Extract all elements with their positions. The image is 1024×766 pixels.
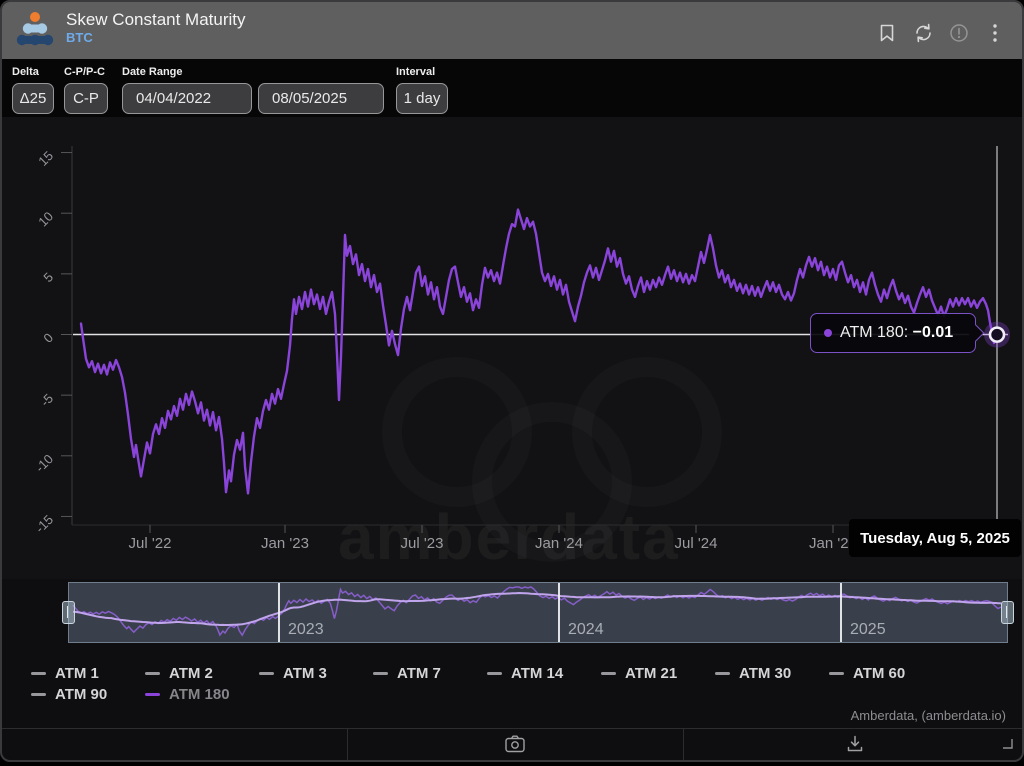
series-tooltip: ATM 180 : −0.01 [810,313,976,353]
tooltip-value: −0.01 [913,324,953,342]
navigator-year-2024: 2024 [568,621,604,639]
tooltip-series-name: ATM 180 [840,324,904,342]
toolbar-divider [683,729,684,760]
legend-marker [601,672,616,675]
legend-label: ATM 14 [511,665,563,682]
navigator-right-handle[interactable] [1001,601,1014,624]
navigator-left-handle[interactable] [62,601,75,624]
attribution: Amberdata, (amberdata.io) [851,708,1006,723]
legend-marker [715,672,730,675]
legend-label: ATM 21 [625,665,677,682]
screenshot-camera-icon[interactable] [498,731,532,757]
navigator-year-divider [558,583,560,642]
x-axis-label: Jan '24 [535,535,583,552]
navigator-year-2025: 2025 [850,621,886,639]
range-navigator[interactable]: 2023 2024 2025 [68,582,1008,643]
toolbar-divider [347,729,348,760]
y-axis-label: 10 [35,209,56,230]
legend-label: ATM 2 [169,665,213,682]
legend-marker [487,672,502,675]
legend-label: ATM 90 [55,686,107,703]
widget-window: Skew Constant Maturity BTC [0,0,1024,762]
y-axis-label: 5 [40,269,56,285]
tooltip-series-dot [824,329,832,337]
legend-item-atm-30[interactable]: ATM 30 [715,663,829,684]
resize-corner-icon[interactable] [1002,737,1014,755]
legend-marker [259,672,274,675]
bottom-toolbar [2,728,1022,760]
chart-plot-area[interactable]: 15 10 5 0 -5 -10 -15 Jul '22 Jan '23 Jul '23 Jan '… [2,2,1022,760]
date-tooltip: Tuesday, Aug 5, 2025 [849,519,1021,557]
navigator-year-2023: 2023 [288,621,324,639]
legend: ATM 1 ATM 2 ATM 3 ATM 7 ATM 14 ATM 21 ATM 30 AT… [31,663,961,705]
download-icon[interactable] [838,731,872,757]
legend-item-atm-7[interactable]: ATM 7 [373,663,487,684]
legend-marker [31,693,46,696]
legend-item-atm-1[interactable]: ATM 1 [31,663,145,684]
x-axis-label: Jul '24 [675,535,718,552]
legend-label: ATM 3 [283,665,327,682]
legend-label: ATM 180 [169,686,230,703]
legend-marker [373,672,388,675]
legend-item-atm-60[interactable]: ATM 60 [829,663,943,684]
legend-label: ATM 60 [853,665,905,682]
y-axis-label: -10 [32,451,56,475]
legend-item-atm-21[interactable]: ATM 21 [601,663,715,684]
legend-item-atm-2[interactable]: ATM 2 [145,663,259,684]
legend-label: ATM 30 [739,665,791,682]
x-axis-label: Jan '23 [261,535,309,552]
legend-marker [31,672,46,675]
legend-label: ATM 1 [55,665,99,682]
y-axis-label: -15 [32,512,56,536]
x-axis-label: Jul '22 [129,535,172,552]
last-point-marker [990,328,1004,342]
tooltip-separator: : [904,324,913,342]
y-axis-label: 15 [35,148,56,169]
navigator-year-divider [840,583,842,642]
legend-item-atm-180[interactable]: ATM 180 [145,684,259,705]
legend-marker [145,672,160,675]
navigator-year-divider [278,583,280,642]
legend-item-atm-14[interactable]: ATM 14 [487,663,601,684]
legend-item-atm-90[interactable]: ATM 90 [31,684,145,705]
legend-item-atm-3[interactable]: ATM 3 [259,663,373,684]
x-axis-label: Jul '23 [401,535,444,552]
y-axis-label: -5 [37,391,56,410]
y-axis-label: 0 [40,330,56,346]
legend-marker [145,693,160,696]
legend-marker [829,672,844,675]
legend-label: ATM 7 [397,665,441,682]
